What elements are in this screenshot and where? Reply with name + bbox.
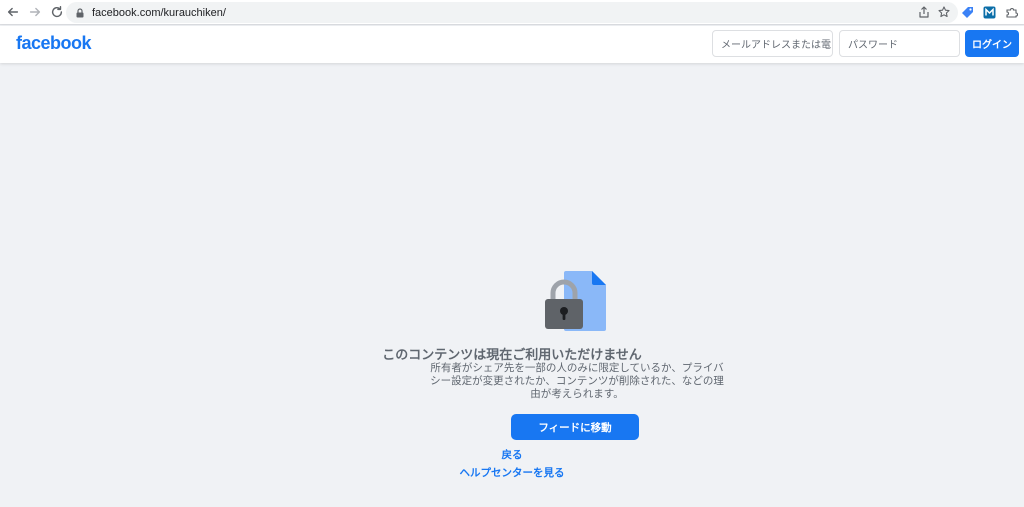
share-icon[interactable]: [918, 3, 930, 22]
browser-toolbar: facebook.com/kurauchiken/: [0, 0, 1024, 25]
password-input[interactable]: パスワード: [839, 30, 960, 57]
extensions-area: [961, 3, 1018, 22]
email-input[interactable]: メールアドレスまたは電: [712, 30, 833, 57]
mail-extension-icon[interactable]: [983, 6, 996, 19]
go-to-feed-button[interactable]: フィードに移動: [511, 414, 639, 440]
back-link[interactable]: 戻る: [0, 447, 1024, 462]
locked-content-icon: [545, 271, 606, 331]
extension-icon[interactable]: [1005, 6, 1018, 19]
facebook-logo[interactable]: facebook: [16, 33, 92, 54]
nav-buttons: [0, 2, 67, 22]
unavailable-title: このコンテンツは現在ご利用いただけません: [382, 348, 642, 363]
unavailable-description: 所有者がシェア先を一部の人のみに限定しているか、プライバシー設定が変更されたか、…: [430, 362, 724, 400]
address-bar[interactable]: facebook.com/kurauchiken/: [66, 2, 958, 23]
back-arrow-icon[interactable]: [3, 2, 23, 22]
help-center-link[interactable]: ヘルプセンターを見る: [0, 465, 1024, 480]
address-bar-actions: [918, 2, 950, 23]
url-text[interactable]: facebook.com/kurauchiken/: [92, 7, 226, 19]
tag-extension-icon[interactable]: [961, 6, 974, 19]
star-icon[interactable]: [938, 3, 950, 22]
login-button[interactable]: ログイン: [965, 30, 1019, 57]
reload-icon[interactable]: [47, 2, 67, 22]
forward-arrow-icon[interactable]: [25, 2, 45, 22]
lock-icon[interactable]: [75, 7, 85, 18]
fb-header: facebook メールアドレスまたは電 パスワード ログイン: [0, 26, 1024, 63]
